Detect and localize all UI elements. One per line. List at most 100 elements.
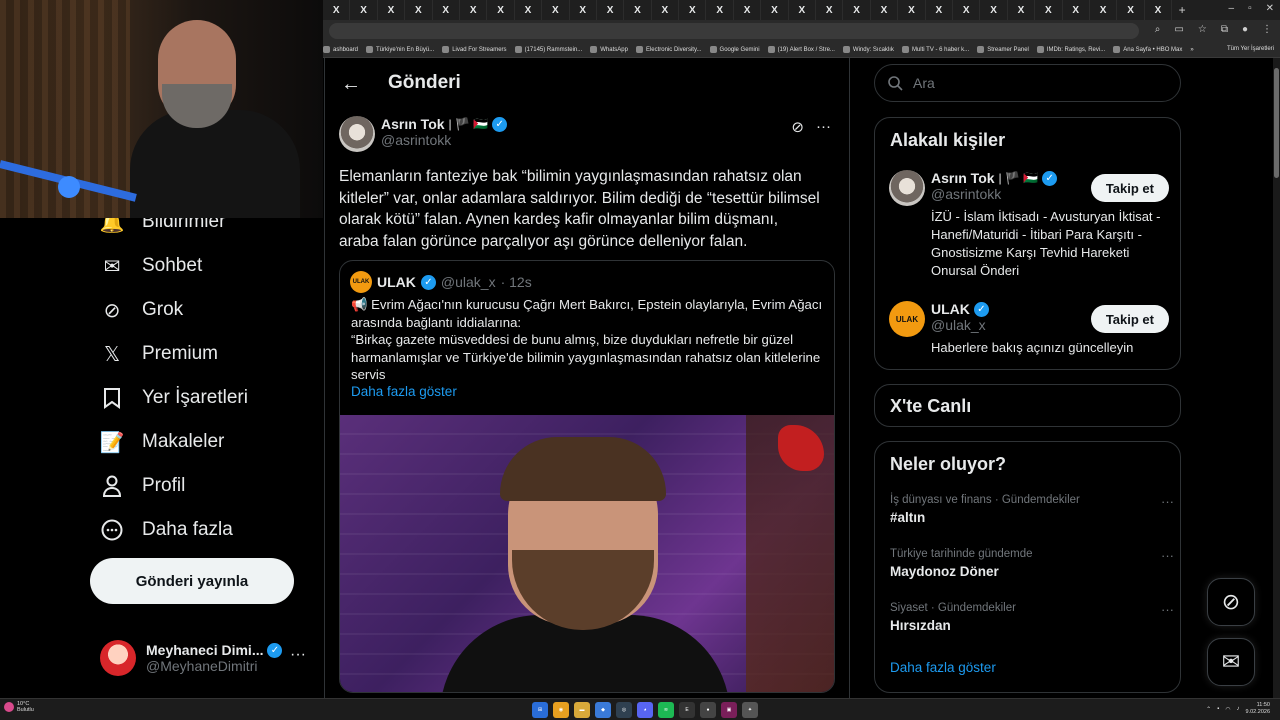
avatar[interactable] [339, 116, 375, 152]
chevron-up-icon[interactable]: ⌃ [1206, 706, 1211, 713]
search-icon[interactable]: ⌕ [1155, 24, 1161, 35]
bookmark-item[interactable]: ashboard [323, 46, 358, 53]
tweet-author-name[interactable]: Asrın Tok [381, 116, 445, 132]
bookmark-item[interactable]: Türkiye'nin En Büyü... [366, 46, 434, 53]
cast-icon[interactable]: ▭ [1174, 24, 1183, 35]
browser-tab[interactable]: X [1008, 0, 1036, 20]
tweet-author-handle[interactable]: @asrintokk [381, 132, 507, 148]
more-icon[interactable]: ··· [1161, 494, 1174, 509]
browser-tab[interactable]: X [898, 0, 926, 20]
epic-games-icon[interactable]: E [679, 702, 695, 718]
bookmark-item[interactable]: WhatsApp [590, 46, 628, 53]
trend-item[interactable]: İş dünyası ve finans · Gündemdekiler #al… [890, 494, 1174, 525]
browser-tab[interactable]: X [350, 0, 378, 20]
discord-icon[interactable]: ◕ [637, 702, 653, 718]
browser-tab[interactable]: X [1090, 0, 1118, 20]
browser-tab[interactable]: X [1035, 0, 1063, 20]
minimize-icon[interactable]: – [1229, 3, 1235, 14]
bookmark-item[interactable]: Livad For Streamers [442, 46, 507, 53]
scrollbar[interactable] [1273, 58, 1280, 698]
new-tab-button[interactable]: + [1172, 3, 1192, 17]
close-icon[interactable]: ✕ [1266, 3, 1274, 14]
browser-tab[interactable]: X [789, 0, 817, 20]
show-more-link[interactable]: Daha fazla göster [890, 660, 996, 675]
clock[interactable]: 11:50 9.02.2026 [1246, 702, 1270, 716]
app-icon[interactable]: ▣ [721, 702, 737, 718]
browser-tab[interactable]: X [378, 0, 406, 20]
messages-fab[interactable]: ✉ [1207, 638, 1255, 686]
more-icon[interactable]: ··· [816, 118, 831, 136]
maximize-icon[interactable]: ▫ [1248, 3, 1252, 14]
nav-item-articles[interactable]: 📝 Makaleler [92, 420, 312, 464]
search-box[interactable] [874, 64, 1181, 102]
browser-tab[interactable]: X [1063, 0, 1090, 20]
nav-item-chat[interactable]: ✉ Sohbet [92, 244, 312, 288]
app-icon[interactable]: ◆ [595, 702, 611, 718]
browser-tab[interactable]: X [761, 0, 789, 20]
bookmarks-overflow[interactable]: » [1190, 47, 1193, 53]
app-tray-icon[interactable]: ▪ [1217, 706, 1219, 712]
x-live-panel[interactable]: X'te Canlı [874, 384, 1181, 427]
nav-item-profile[interactable]: Profil [92, 464, 312, 508]
app-icon[interactable]: ✦ [742, 702, 758, 718]
grok-icon[interactable]: ⊘ [791, 118, 804, 136]
weather-widget[interactable]: 10°C Bulutlu [4, 701, 34, 713]
browser-tab[interactable]: X [433, 0, 460, 20]
nav-item-more[interactable]: Daha fazla [92, 508, 312, 552]
browser-tab[interactable]: X [460, 0, 488, 20]
browser-tab[interactable]: X [487, 0, 515, 20]
bookmark-item[interactable]: Streamer Panel [977, 46, 1029, 53]
bookmark-item[interactable]: IMDb: Ratings, Revi... [1036, 46, 1105, 53]
browser-tab[interactable]: X [953, 0, 981, 20]
more-icon[interactable]: ··· [1161, 602, 1174, 617]
browser-tab[interactable]: X [734, 0, 762, 20]
trend-item[interactable]: Türkiye tarihinde gündemde Maydonoz Döne… [890, 548, 1174, 579]
bookmark-item[interactable]: (17145) Rammstein... [514, 46, 582, 53]
browser-tab[interactable]: X [1145, 0, 1173, 20]
browser-tab[interactable]: X [706, 0, 734, 20]
browser-tab[interactable]: X [843, 0, 871, 20]
browser-tab[interactable]: X [405, 0, 433, 20]
folder-icon[interactable]: ▬ [574, 702, 590, 718]
bookmark-item[interactable]: Google Gemini [709, 46, 760, 53]
windows-start-icon[interactable]: ⊞ [532, 702, 548, 718]
browser-tab[interactable]: X [542, 0, 570, 20]
bookmark-item[interactable]: Ana Sayfa • HBO Max [1113, 46, 1182, 53]
wifi-icon[interactable]: ◠ [1225, 706, 1230, 713]
nav-item-bookmarks[interactable]: Yer İşaretleri [92, 376, 312, 420]
scrollbar-thumb[interactable] [1274, 68, 1279, 178]
nav-item-premium[interactable]: 𝕏 Premium [92, 332, 312, 376]
browser-tab[interactable]: X [570, 0, 597, 20]
all-bookmarks-link[interactable]: Tüm Yer İşaretleri [1227, 46, 1274, 52]
steam-icon[interactable]: ◎ [616, 702, 632, 718]
trend-item[interactable]: Siyaset · Gündemdekiler Hırsızdan ··· [890, 602, 1174, 633]
grok-fab[interactable]: ⊘ [1207, 578, 1255, 626]
browser-tab[interactable]: X [926, 0, 953, 20]
browser-tab[interactable]: X [871, 0, 899, 20]
menu-icon[interactable]: ⋮ [1262, 24, 1272, 35]
bookmark-item[interactable]: Windy: Sıcaklık [842, 46, 894, 53]
star-icon[interactable]: ☆ [1198, 24, 1207, 35]
chrome-icon[interactable]: ◉ [553, 702, 569, 718]
follow-button[interactable]: Takip et [1090, 174, 1169, 202]
browser-tab[interactable]: X [1117, 0, 1145, 20]
browser-tab[interactable]: X [597, 0, 625, 20]
browser-tab[interactable]: X [515, 0, 543, 20]
follow-button[interactable]: Takip et [1090, 305, 1169, 333]
volume-icon[interactable]: ♪ [1237, 706, 1240, 712]
bookmark-item[interactable]: (19) Alert Box / Stre... [767, 46, 835, 53]
browser-tab[interactable]: X [652, 0, 680, 20]
browser-tab[interactable]: X [323, 0, 351, 20]
bookmark-item[interactable]: Multi TV - 6 haber k... [901, 46, 969, 53]
url-field[interactable] [329, 23, 1139, 39]
profile-icon[interactable]: ● [1242, 24, 1248, 35]
browser-tab[interactable]: X [624, 0, 652, 20]
nav-item-grok[interactable]: ⊘ Grok [92, 288, 312, 332]
obs-icon[interactable]: ● [700, 702, 716, 718]
related-person[interactable]: ULAK ULAK ✓ @ulak_x Takip et Haberlere b… [889, 301, 1169, 357]
browser-tab[interactable]: X [679, 0, 707, 20]
account-switcher[interactable]: Meyhaneci Dimi... ✓ @MeyhaneDimitri ··· [100, 636, 320, 680]
related-person[interactable]: Asrın Tok | 🏴 🇵🇸 ✓ @asrintokk Takip et İ… [889, 170, 1169, 280]
browser-tab[interactable]: X [980, 0, 1008, 20]
quoted-tweet[interactable]: ULAK ULAK ✓ @ulak_x · 12s 📢 Evrim Ağacı'… [339, 260, 835, 693]
